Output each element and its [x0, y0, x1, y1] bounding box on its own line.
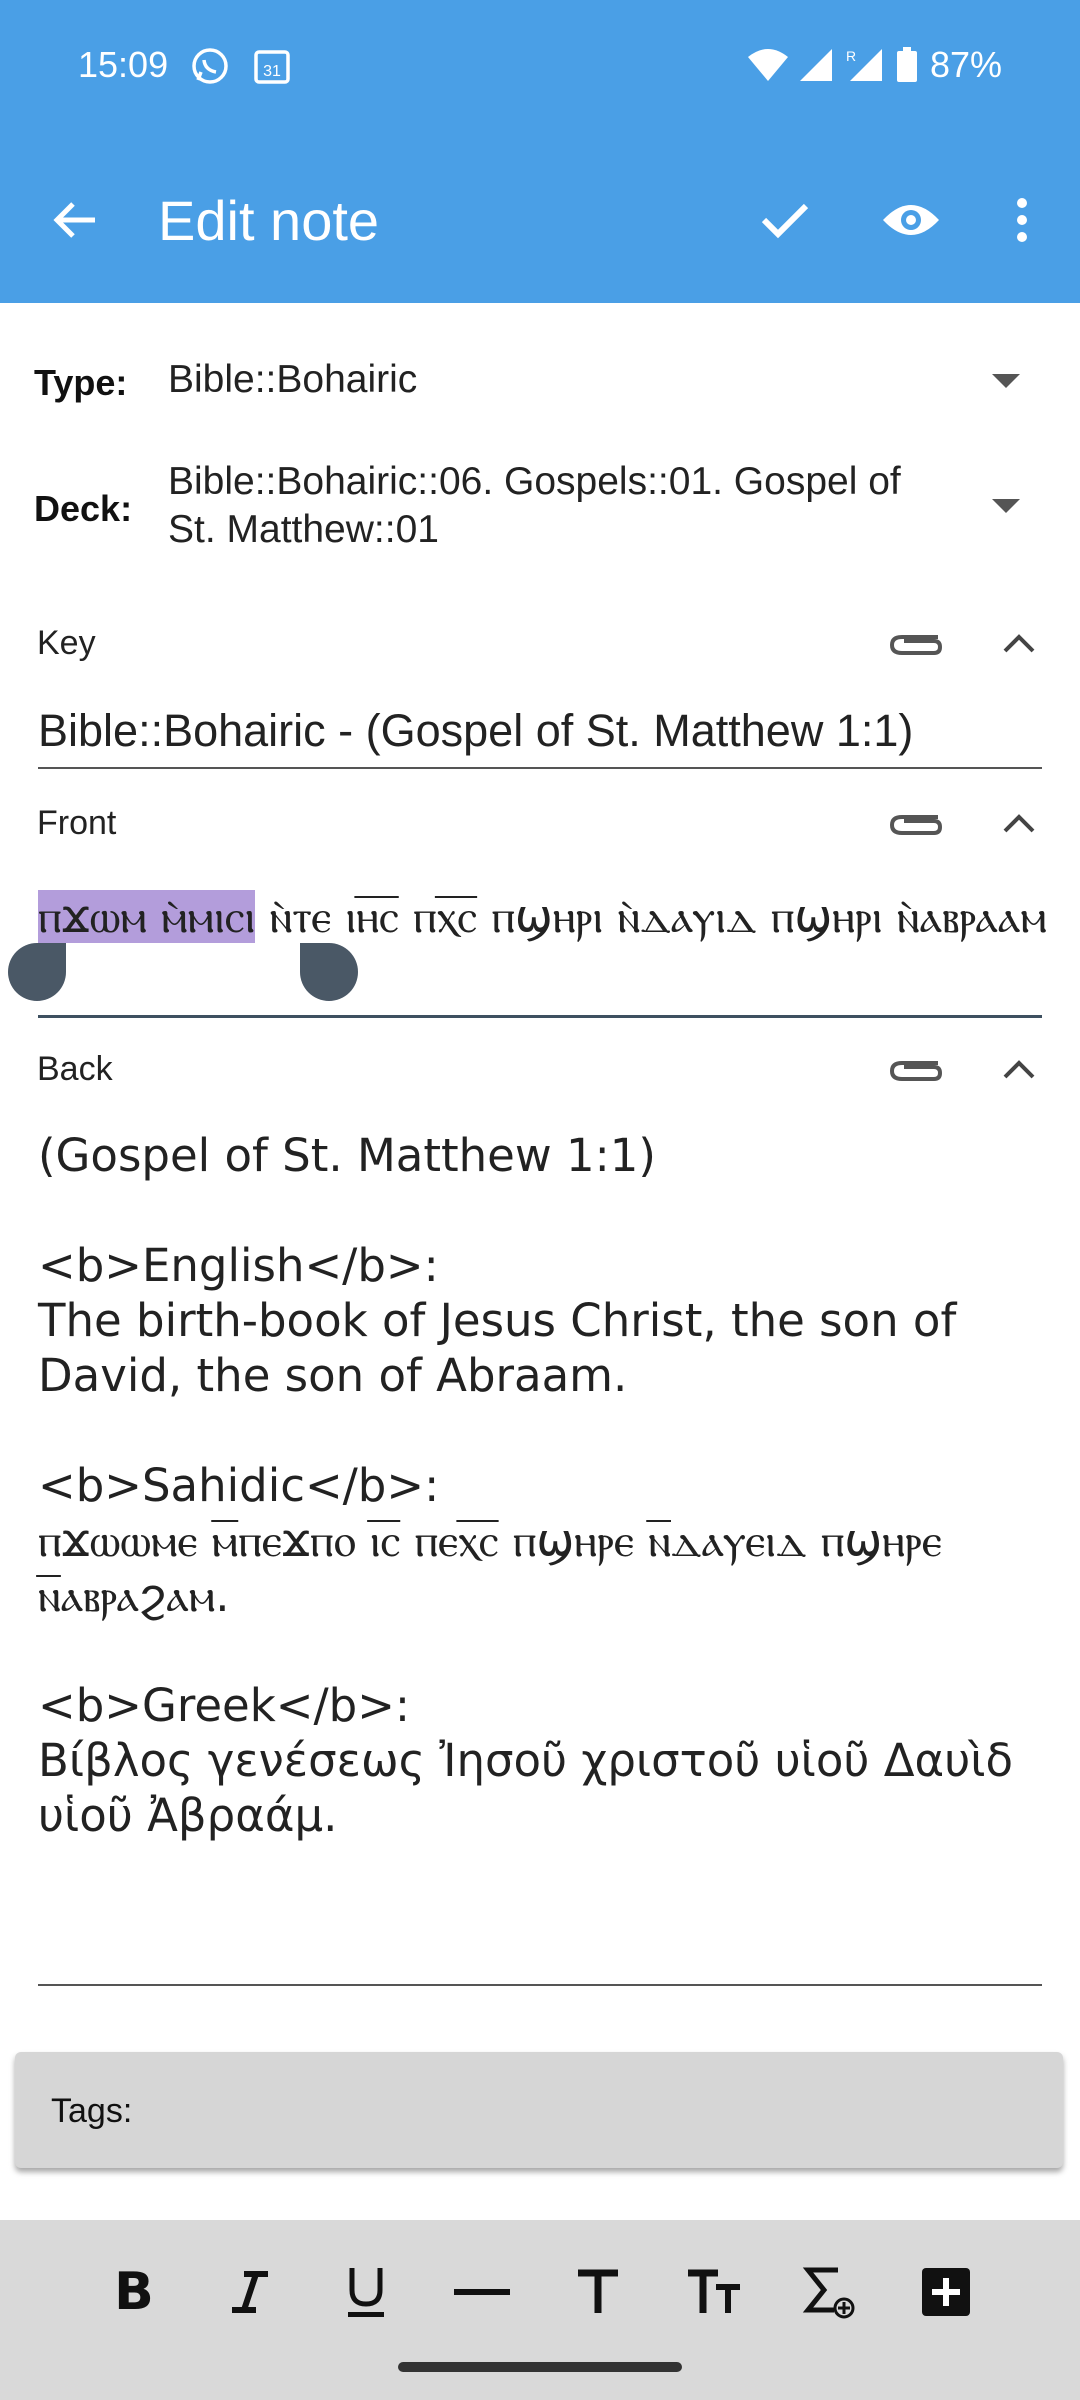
selection-end-handle[interactable]: [300, 943, 358, 1001]
wifi-icon: [747, 49, 788, 81]
back-arrow-icon: [53, 202, 95, 238]
svg-text:31: 31: [263, 63, 281, 80]
type-label: Type:: [34, 362, 128, 403]
paperclip-icon: [889, 1061, 943, 1081]
underline-button[interactable]: [326, 2252, 406, 2332]
chevron-up-icon: [1003, 634, 1035, 653]
app-bar: 15:09 31 R 87% Edit note: [0, 0, 1080, 303]
front-field-underline: [38, 1015, 1042, 1018]
battery-percent: 87%: [929, 44, 1002, 85]
underline-icon: [348, 2268, 384, 2317]
add-box-icon: [922, 2268, 970, 2316]
add-button[interactable]: [906, 2252, 986, 2332]
page-title: Edit note: [158, 189, 380, 252]
deck-dropdown-icon[interactable]: [992, 499, 1020, 513]
math-sum-icon: [802, 2267, 855, 2319]
font-size-icon: [688, 2269, 740, 2313]
signal-icon: [799, 49, 832, 81]
back-attach-button[interactable]: [884, 1046, 948, 1094]
key-collapse-button[interactable]: [996, 620, 1042, 666]
key-field-input[interactable]: Bible::Bohairic - (Gospel of St. Matthew…: [38, 700, 1048, 762]
font-size-button[interactable]: [674, 2252, 754, 2332]
deck-label: Deck:: [34, 488, 133, 529]
back-button[interactable]: [40, 188, 110, 252]
math-button[interactable]: [790, 2252, 870, 2332]
whatsapp-icon: [192, 48, 228, 84]
svg-text:R: R: [846, 48, 856, 64]
paperclip-icon: [889, 635, 943, 655]
status-left-icons: 31: [190, 46, 292, 86]
front-field-input[interactable]: ⲡϫⲱⲙ ⲙ̀ⲙⲓⲥⲓ ⲛ̀ⲧⲉ ⲓⲏ̅ⲥ̅ ⲡⲭ̅ⲥ̅ ⲡϣⲏⲣⲓ ⲛ̀ⲇⲁⲩ…: [38, 886, 1048, 948]
key-field-underline: [38, 767, 1042, 769]
calendar-icon: 31: [254, 50, 290, 84]
selected-text: ⲡϫⲱⲙ ⲙ̀ⲙⲓⲥⲓ: [38, 890, 256, 943]
front-field-label: Front: [37, 804, 117, 842]
preview-button[interactable]: [878, 190, 944, 250]
front-field-text: ⲛ̀ⲧⲉ ⲓⲏ̅ⲥ̅ ⲡⲭ̅ⲥ̅ ⲡϣⲏⲣⲓ ⲛ̀ⲇⲁⲩⲓⲇ ⲡϣⲏⲣⲓ ⲛ̀ⲁ…: [255, 890, 1047, 943]
note-type-selector[interactable]: Bible::Bohairic: [168, 356, 968, 404]
back-field-input[interactable]: (Gospel of St. Matthew 1:1) <b>English</…: [38, 1128, 1048, 1843]
overflow-menu-button[interactable]: [1000, 190, 1044, 250]
deck-selector[interactable]: Bible::Bohairic::06. Gospels::01. Gospel…: [168, 458, 928, 554]
more-vert-icon: [1017, 198, 1027, 242]
text-size-icon: [578, 2269, 618, 2313]
bold-icon: B: [114, 2262, 154, 2322]
back-collapse-button[interactable]: [996, 1046, 1042, 1092]
horizontal-rule-button[interactable]: [442, 2252, 522, 2332]
horizontal-rule-icon: [454, 2289, 510, 2295]
back-field-underline: [38, 1984, 1042, 1986]
type-dropdown-icon[interactable]: [992, 374, 1020, 388]
save-button[interactable]: [752, 190, 818, 250]
format-toolbar: B: [0, 2220, 1080, 2400]
key-field-label: Key: [37, 624, 96, 662]
italic-button[interactable]: [210, 2252, 290, 2332]
front-attach-button[interactable]: [884, 800, 948, 848]
chevron-up-icon: [1003, 814, 1035, 833]
signal-roaming-icon: R: [846, 48, 882, 81]
front-collapse-button[interactable]: [996, 800, 1042, 846]
key-attach-button[interactable]: [884, 620, 948, 668]
battery-icon: [896, 47, 917, 82]
status-time: 15:09: [78, 44, 169, 85]
text-size-button[interactable]: [558, 2252, 638, 2332]
selection-start-handle[interactable]: [8, 943, 66, 1001]
check-icon: [761, 203, 809, 239]
italic-icon: [232, 2271, 268, 2313]
navigation-handle[interactable]: [398, 2362, 682, 2372]
chevron-up-icon: [1003, 1060, 1035, 1079]
eye-icon: [883, 205, 939, 235]
bold-button[interactable]: B: [94, 2252, 174, 2332]
tags-label: Tags:: [51, 2092, 133, 2130]
back-field-label: Back: [37, 1050, 113, 1088]
tags-button[interactable]: Tags:: [15, 2052, 1063, 2168]
status-right: R 87%: [747, 44, 1002, 86]
paperclip-icon: [889, 815, 943, 835]
